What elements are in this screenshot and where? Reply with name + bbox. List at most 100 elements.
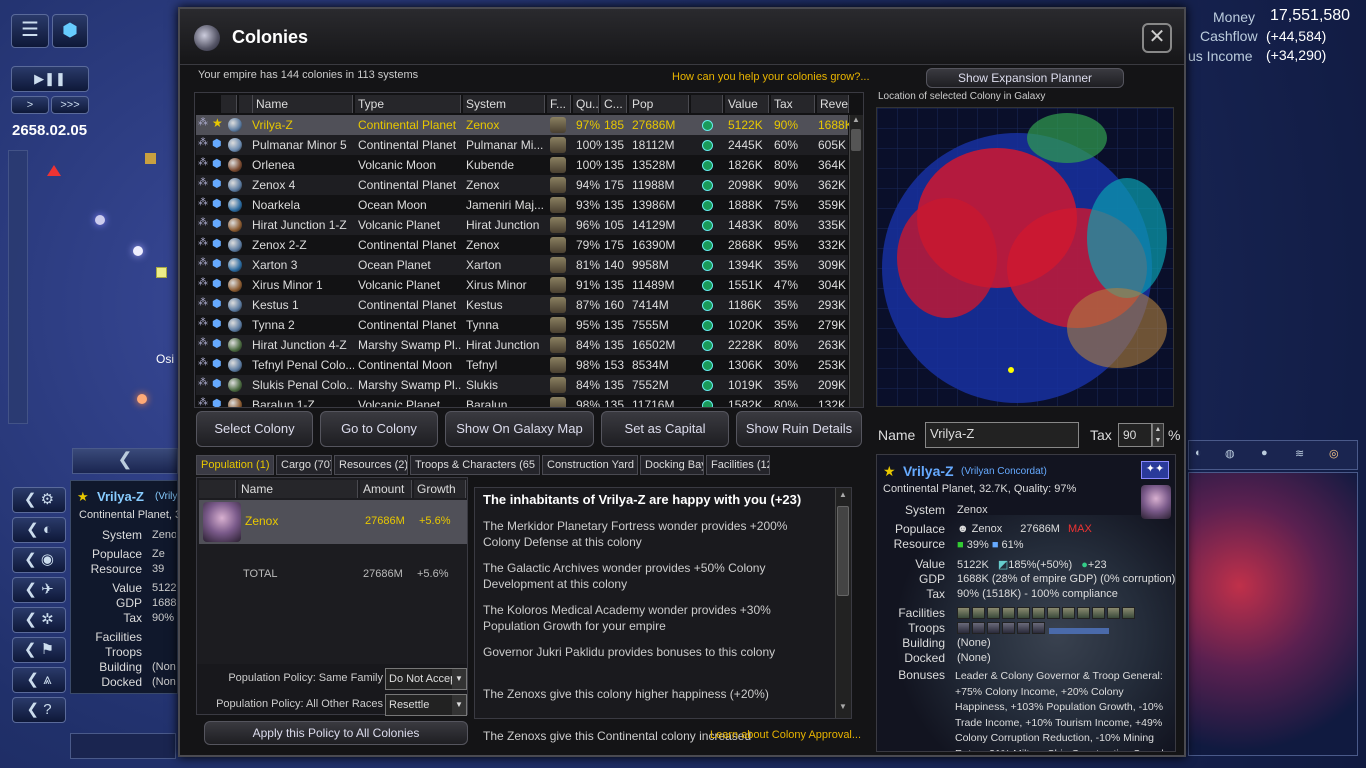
scroll-up-icon[interactable]: ▲	[839, 490, 847, 499]
troop-icon[interactable]	[1002, 622, 1015, 634]
table-row[interactable]: ⁂ ⬢ Hirat Junction 1-Z Volcanic Planet Hirat…	[196, 215, 848, 235]
empire-flag-icon[interactable]: ✦✦	[1141, 461, 1169, 479]
tab-troops[interactable]: Troops & Characters (65	[410, 455, 540, 475]
table-row[interactable]: ⁂ ⬢ Kestus 1 Continental Planet Kestus 87% 160…	[196, 295, 848, 315]
happiness-scrollbar[interactable]: ▲ ▼	[835, 488, 851, 718]
col-header-blank[interactable]	[221, 95, 237, 113]
scroll-down-icon[interactable]: ▼	[839, 702, 847, 711]
col-header-f[interactable]: F...	[547, 95, 571, 113]
moon-icon[interactable]: ❮ ◐	[12, 517, 66, 543]
target-icon[interactable]: ◎	[1329, 447, 1339, 460]
speed-slow-button[interactable]: >	[11, 96, 49, 114]
facility-icon[interactable]	[1062, 607, 1075, 619]
population-row[interactable]: Zenox 27686M +5.6%	[199, 500, 467, 544]
flag-icon[interactable]: ❮ ⚑	[12, 637, 66, 663]
facility-icon[interactable]	[957, 607, 970, 619]
tab-docking[interactable]: Docking Bay	[640, 455, 704, 475]
table-row[interactable]: ⁂ ⬢ Xirus Minor 1 Volcanic Planet Xirus Mino…	[196, 275, 848, 295]
facility-icon[interactable]	[1047, 607, 1060, 619]
pop-col-name[interactable]: Name	[238, 480, 358, 498]
planet-icon[interactable]: ◐	[1195, 447, 1202, 459]
star[interactable]	[133, 246, 143, 256]
scroll-thumb[interactable]	[851, 129, 861, 151]
eye-icon[interactable]: ❮ ◉	[12, 547, 66, 573]
select-colony-button[interactable]: Select Colony	[196, 411, 313, 447]
colony-name-input[interactable]: Vrilya-Z	[925, 422, 1079, 448]
pin-icon[interactable]: ●	[1261, 447, 1268, 459]
facility-icon[interactable]	[1032, 607, 1045, 619]
facility-icon[interactable]	[1107, 607, 1120, 619]
table-row[interactable]: ⁂ ⬢ Pulmanar Minor 5 Continental Planet Pulm…	[196, 135, 848, 155]
col-header-revenue[interactable]: Reven	[817, 95, 849, 113]
set-capital-button[interactable]: Set as Capital	[601, 411, 729, 447]
enemy-marker-icon[interactable]	[47, 165, 61, 176]
facility-icon[interactable]	[1002, 607, 1015, 619]
table-row[interactable]: ⁂ ⬢ Tynna 2 Continental Planet Tynna 95% 135 75…	[196, 315, 848, 335]
facility-icon[interactable]	[1092, 607, 1105, 619]
table-row[interactable]: ⁂ ⬢ Zenox 2-Z Continental Planet Zenox 79% 175…	[196, 235, 848, 255]
troop-icon[interactable]	[987, 622, 1000, 634]
governor-portrait[interactable]	[1141, 485, 1171, 519]
table-row[interactable]: ⁂ ⬢ Slukis Penal Colo... Marshy Swamp Pl...…	[196, 375, 848, 395]
collapse-panel-button[interactable]: ❮	[72, 448, 178, 474]
tax-stepper[interactable]: ▲ ▼	[1152, 423, 1164, 447]
chevron-down-icon[interactable]: ▼	[452, 695, 466, 715]
table-row[interactable]: ⁂ ⬢ Noarkela Ocean Moon Jameniri Maj... 93% 13…	[196, 195, 848, 215]
help-link[interactable]: How can you help your colonies grow?...	[672, 71, 870, 83]
play-pause-button[interactable]: ▶❚❚	[11, 66, 89, 92]
show-expansion-planner-button[interactable]: Show Expansion Planner	[926, 68, 1124, 88]
ring-planet-icon[interactable]: ◍	[1225, 447, 1235, 460]
speed-fast-button[interactable]: >>>	[51, 96, 89, 114]
bg-troop-bar[interactable]	[70, 733, 176, 759]
close-button[interactable]: ✕	[1142, 23, 1172, 53]
apply-policy-button[interactable]: Apply this Policy to All Colonies	[204, 721, 468, 745]
table-row[interactable]: ⁂ ⬢ Tefnyl Penal Colo... Continental Moon Te…	[196, 355, 848, 375]
star[interactable]	[137, 394, 147, 404]
scroll-thumb[interactable]	[837, 506, 849, 596]
facility-icon[interactable]	[1122, 607, 1135, 619]
col-header-c[interactable]: C...	[601, 95, 627, 113]
station-icon[interactable]	[156, 267, 167, 278]
table-scrollbar[interactable]: ▲	[849, 115, 863, 407]
table-row[interactable]: ⁂ ⬢ Xarton 3 Ocean Planet Xarton 81% 140 9958M 1…	[196, 255, 848, 275]
facility-icon[interactable]	[972, 607, 985, 619]
policy-other-select[interactable]: Resettle ▼	[385, 694, 467, 716]
tab-facilities[interactable]: Facilities (12)	[706, 455, 770, 475]
station-icon[interactable]	[145, 153, 156, 164]
troop-icon[interactable]	[1017, 622, 1030, 634]
gear-icon[interactable]: ❮ ✲	[12, 607, 66, 633]
facility-icon[interactable]	[1017, 607, 1030, 619]
fleet-icon[interactable]: ❮ ⩓	[12, 667, 66, 693]
table-row[interactable]: ⁂ ⬢ Hirat Junction 4-Z Marshy Swamp Pl... Hi…	[196, 335, 848, 355]
facility-icon[interactable]	[987, 607, 1000, 619]
tab-construction[interactable]: Construction Yard	[542, 455, 638, 475]
troop-icon[interactable]	[1032, 622, 1045, 634]
col-header-type[interactable]: Type	[355, 95, 461, 113]
map-toolbar[interactable]: ◐ ◍ ● ≋ ◎	[1188, 440, 1358, 470]
show-galaxy-map-button[interactable]: Show On Galaxy Map	[445, 411, 594, 447]
learn-approval-link[interactable]: Learn about Colony Approval...	[710, 729, 861, 741]
facility-icon[interactable]	[1077, 607, 1090, 619]
ship-icon[interactable]: ❮ ✈	[12, 577, 66, 603]
help-hex-icon[interactable]: ⬢	[52, 14, 88, 48]
table-row[interactable]: ⁂ ★ Vrilya-Z Continental Planet Zenox 97% 185 2…	[196, 115, 850, 135]
tax-input[interactable]: 90	[1118, 423, 1152, 447]
table-row[interactable]: ⁂ ⬢ Zenox 4 Continental Planet Zenox 94% 175 11…	[196, 175, 848, 195]
troop-icon[interactable]	[972, 622, 985, 634]
col-header-value[interactable]: Value	[725, 95, 769, 113]
tab-cargo[interactable]: Cargo (70)	[276, 455, 332, 475]
tab-resources[interactable]: Resources (2)	[334, 455, 408, 475]
col-header-tax[interactable]: Tax	[771, 95, 815, 113]
chevron-down-icon[interactable]: ▼	[452, 669, 466, 689]
col-header-blank[interactable]	[691, 95, 723, 113]
star[interactable]	[95, 215, 105, 225]
tab-population[interactable]: Population (1)	[196, 455, 274, 475]
col-header-name[interactable]: Name	[253, 95, 353, 113]
minimap[interactable]	[1188, 472, 1358, 756]
settings-lock-icon[interactable]: ❮ ⚙	[12, 487, 66, 513]
col-header-blank[interactable]	[239, 95, 253, 113]
table-row[interactable]: ⁂ ⬢ Baralun 1-Z Volcanic Planet Baralun 98% 13…	[196, 395, 848, 407]
col-header-quality[interactable]: Qu...	[573, 95, 599, 113]
col-header-system[interactable]: System	[463, 95, 545, 113]
help-icon[interactable]: ❮ ?	[12, 697, 66, 723]
